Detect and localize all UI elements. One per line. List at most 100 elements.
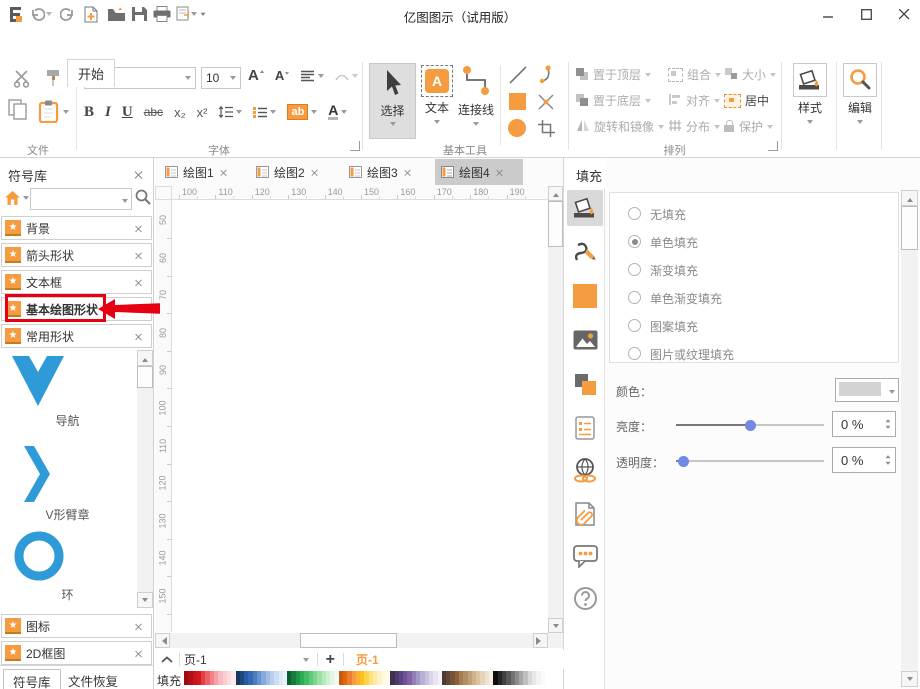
maximize-button[interactable] [856,5,876,23]
shape-v-chevron[interactable] [24,446,50,505]
palette-swatch[interactable] [541,671,545,685]
brightness-spinner[interactable]: 0 % [832,411,896,437]
section-common-shapes[interactable]: ★ 常用形状 [1,324,152,348]
tab-file-recovery[interactable]: 文件恢复 [68,671,118,689]
radio-solid-fill[interactable] [628,235,641,248]
drawing-surface[interactable] [172,200,548,633]
line-style-tab-icon[interactable] [567,234,603,270]
canvas-scroll-right[interactable] [533,633,548,648]
connector-tool-button[interactable]: 连接线 [456,63,496,129]
bring-to-front-button[interactable]: 置于顶层 [576,66,651,83]
close-section-icon[interactable] [135,649,143,657]
rectangle-tool[interactable] [509,93,526,110]
paste-button[interactable] [38,100,69,123]
shrink-font-button[interactable]: A [275,68,290,83]
section-arrow-shapes[interactable]: ★ 箭头形状 [1,243,152,267]
gallery-scrollbar[interactable] [137,350,153,608]
page-selector[interactable]: 页-1 [184,651,207,668]
gallery-scroll-up[interactable] [137,350,153,366]
panel-scroll-thumb[interactable] [901,206,918,250]
section-text-boxes[interactable]: ★ 文本框 [1,270,152,294]
option-gradient-fill[interactable]: 渐变填充 [650,262,698,279]
spinner-down-icon[interactable] [886,426,891,432]
library-search-input[interactable] [30,188,132,210]
add-page-button[interactable]: + [326,653,335,667]
active-page-tab[interactable]: 页-1 [356,651,379,668]
option-solid-fill[interactable]: 单色填充 [650,234,698,251]
page-setup-tab-icon[interactable] [567,410,603,446]
center-button[interactable]: 居中 [724,92,769,109]
close-tab-icon[interactable] [311,168,318,175]
gallery-scroll-thumb[interactable] [137,366,153,388]
crop-tool[interactable] [537,119,556,141]
close-tab-icon[interactable] [404,168,411,175]
radio-single-gradient-fill[interactable] [628,291,641,304]
library-home-button[interactable] [4,190,29,206]
protect-button[interactable]: 保护 [724,118,773,135]
highlight-button[interactable]: ab [287,104,317,120]
brightness-slider[interactable] [676,424,824,426]
option-no-fill[interactable]: 无填充 [650,206,686,223]
line-tool[interactable] [508,65,528,88]
close-section-icon[interactable] [135,224,143,232]
canvas-v-thumb[interactable] [548,201,563,247]
close-library-icon[interactable] [134,170,143,179]
format-painter-icon[interactable] [44,69,62,91]
spinner-up-icon[interactable] [886,417,891,423]
tab-home[interactable]: 开始 [67,59,115,87]
radio-no-fill[interactable] [628,207,641,220]
page-selector-dropdown-icon[interactable] [303,658,309,665]
copy-icon[interactable] [8,99,28,124]
italic-button[interactable]: I [105,104,111,121]
close-window-button[interactable] [894,5,914,23]
comment-tab-icon[interactable] [567,538,603,574]
brightness-slider-handle[interactable] [745,420,756,431]
cut-icon[interactable] [12,70,32,91]
canvas-scroll-down[interactable] [548,618,563,633]
close-tab-icon[interactable] [496,168,503,175]
arc-text-button[interactable] [334,70,358,82]
bullet-list-button[interactable] [253,106,276,119]
spinner-down-icon[interactable] [886,462,891,468]
panel-scrollbar[interactable] [901,190,918,687]
section-backgrounds[interactable]: ★ 背景 [1,216,152,240]
font-dialog-launcher[interactable] [350,141,360,151]
help-tab-icon[interactable] [567,580,603,616]
edit-button[interactable]: 编辑 [842,63,878,127]
canvas-v-scrollbar[interactable] [548,186,563,648]
canvas-h-thumb[interactable] [300,633,397,648]
bold-button[interactable]: B [84,104,94,121]
radio-gradient-fill[interactable] [628,263,641,276]
search-icon[interactable] [135,189,151,208]
tab-drawing1[interactable]: 绘图1 [159,159,234,185]
close-section-icon[interactable] [135,332,143,340]
size-button[interactable]: 大小 [724,66,776,83]
ellipse-tool[interactable] [508,119,526,137]
picture-tab-icon[interactable] [567,322,603,358]
align-objects-button[interactable]: 对齐 [668,92,720,109]
collapse-pages-icon[interactable] [161,653,173,667]
transparency-slider[interactable] [676,460,824,462]
close-section-icon[interactable] [135,278,143,286]
section-icons[interactable]: ★ 图标 [1,614,152,638]
select-tool-button[interactable]: 选择 [369,63,416,139]
panel-scroll-up[interactable] [901,190,918,206]
minimize-button[interactable] [818,5,838,23]
color-dropdown[interactable] [835,378,899,402]
gallery-scroll-down[interactable] [137,592,153,608]
radio-texture-fill[interactable] [628,347,641,360]
close-section-icon[interactable] [135,251,143,259]
radio-pattern-fill[interactable] [628,319,641,332]
curve-tool[interactable] [536,64,556,88]
text-tool-button[interactable]: A 文本 [420,63,454,127]
spinner-up-icon[interactable] [886,453,891,459]
tab-symbol-library[interactable]: 符号库 [3,669,61,689]
rotate-mirror-button[interactable]: 旋转和镜像 [576,118,664,135]
option-single-gradient-fill[interactable]: 单色渐变填充 [650,290,722,307]
tab-drawing3[interactable]: 绘图3 [343,159,418,185]
tab-drawing2[interactable]: 绘图2 [250,159,325,185]
subscript-button[interactable]: x₂ [174,105,186,120]
panel-scroll-down[interactable] [901,671,918,687]
font-color-button[interactable]: A [328,104,347,120]
superscript-button[interactable]: x² [197,105,208,120]
